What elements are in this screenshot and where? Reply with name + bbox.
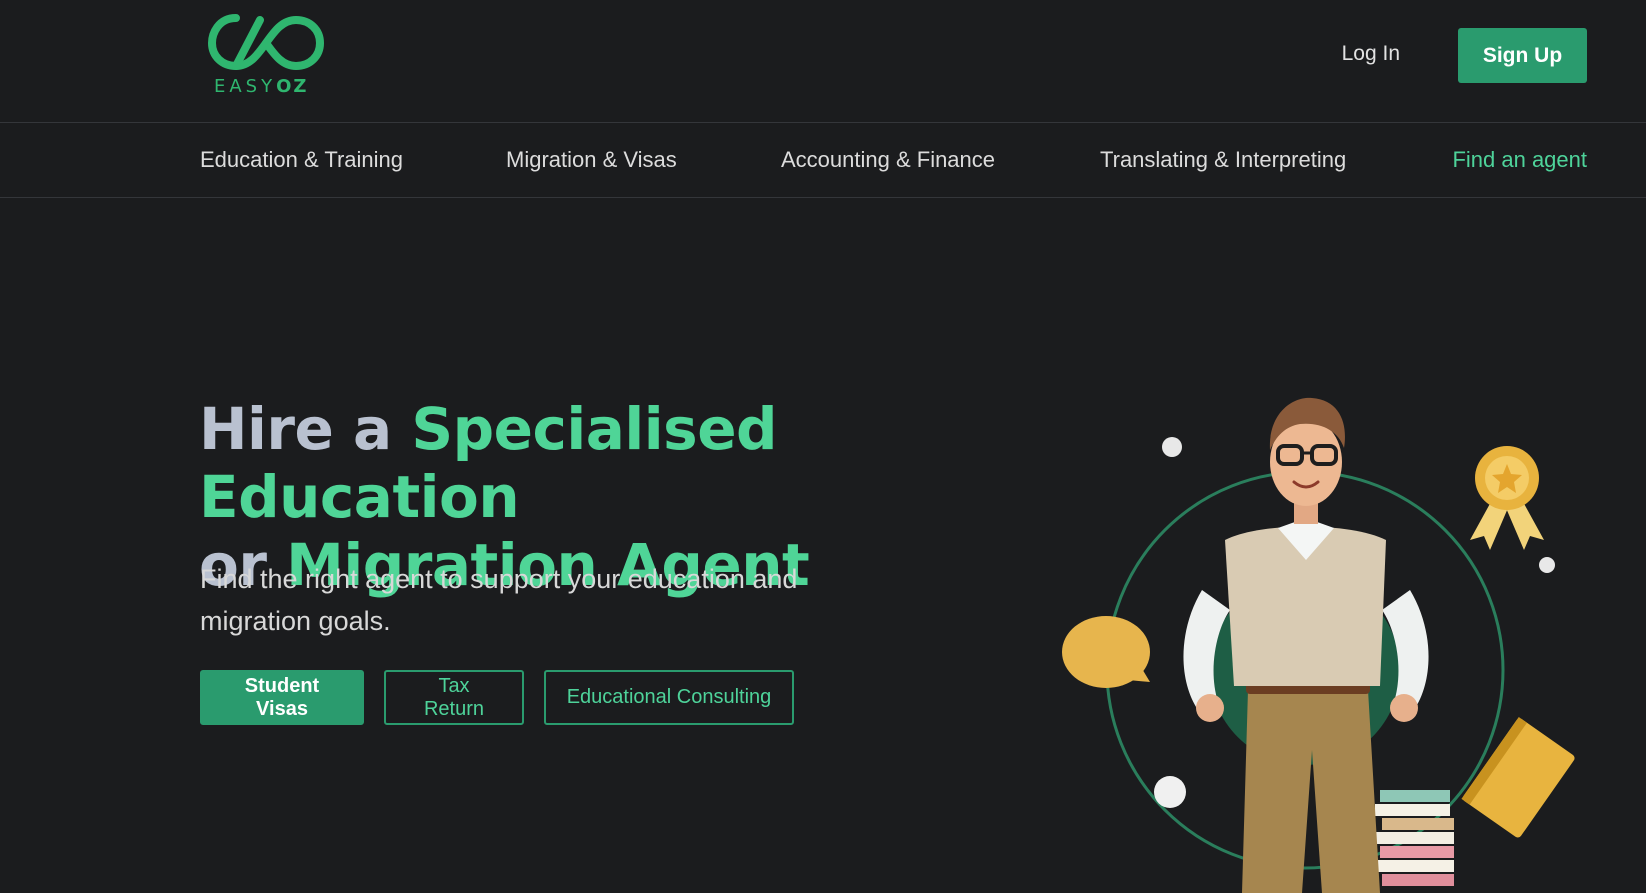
hero-subtitle: Find the right agent to support your edu… (200, 564, 798, 636)
top-header: EASYOZ Log In Sign Up (0, 0, 1646, 123)
infinity-logo-icon (207, 14, 325, 71)
sphere-bottom-left (1154, 776, 1186, 808)
easyoz-logo[interactable]: EASYOZ (206, 10, 326, 100)
book-stack-icon (1375, 790, 1454, 886)
nav-item-education-training[interactable]: Education & Training (200, 147, 403, 173)
book-icon (1461, 717, 1575, 838)
hero-button-group: Student Visas Tax Return Educational Con… (200, 670, 794, 725)
sphere-small-right (1539, 557, 1555, 573)
tax-return-button[interactable]: Tax Return (384, 670, 524, 725)
signup-button[interactable]: Sign Up (1458, 28, 1587, 83)
educational-consulting-button[interactable]: Educational Consulting (544, 670, 794, 725)
category-nav: Education & Training Migration & Visas A… (0, 123, 1646, 198)
student-visas-button[interactable]: Student Visas (200, 670, 364, 725)
award-ribbon-icon (1470, 446, 1544, 550)
hero-title-part1: Hire a (199, 395, 412, 463)
login-link[interactable]: Log In (1342, 42, 1400, 66)
sphere-small-top (1162, 437, 1182, 457)
logo-wordmark: EASYOZ (214, 76, 309, 97)
speech-bubble-icon (1062, 616, 1150, 688)
nav-item-translating-interpreting[interactable]: Translating & Interpreting (1100, 147, 1346, 173)
student-character-illustration (1050, 390, 1590, 893)
page: EASYOZ Log In Sign Up Education & Traini… (0, 0, 1646, 893)
hero-illustration-svg (1062, 397, 1575, 893)
find-agent-link[interactable]: Find an agent (1452, 147, 1587, 173)
nav-item-accounting-finance[interactable]: Accounting & Finance (781, 147, 995, 173)
nav-item-migration-visas[interactable]: Migration & Visas (506, 147, 677, 173)
